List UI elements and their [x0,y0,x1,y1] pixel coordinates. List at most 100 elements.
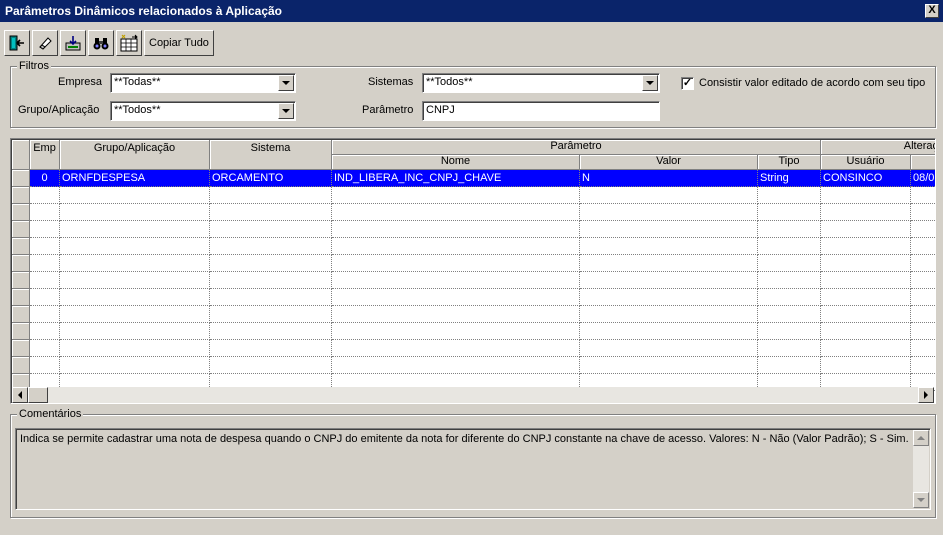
grid-cell[interactable] [332,306,580,323]
grid-cell[interactable] [332,289,580,306]
grid-cell[interactable] [332,357,580,374]
grid-cell[interactable] [332,204,580,221]
grid-cell[interactable] [580,323,758,340]
row-header[interactable] [12,289,30,306]
scroll-right-button[interactable] [918,387,934,403]
cell-data[interactable]: 08/0 [911,170,935,187]
grid-cell[interactable] [60,323,210,340]
close-button[interactable]: X [925,4,939,18]
empresa-dropdown-button[interactable] [278,75,294,91]
scroll-left-button[interactable] [12,387,28,403]
scroll-thumb[interactable] [28,387,48,403]
grid-cell[interactable] [580,357,758,374]
cell-valor[interactable]: N [580,170,758,187]
search-button[interactable] [88,30,114,56]
cell-emp[interactable]: 0 [30,170,60,187]
grid-cell[interactable] [210,255,332,272]
grid-cell[interactable] [60,221,210,238]
row-header[interactable] [12,255,30,272]
header-emp[interactable]: Emp [30,140,60,170]
grid-cell[interactable] [210,306,332,323]
row-header[interactable] [12,187,30,204]
grid-cell[interactable] [911,306,935,323]
grid-cell[interactable] [332,272,580,289]
grid-cell[interactable] [758,306,821,323]
grid-cell[interactable] [911,340,935,357]
exit-button[interactable] [4,30,30,56]
grid-cell[interactable] [332,323,580,340]
grid-cell[interactable] [821,306,911,323]
grid-cell[interactable] [30,204,60,221]
header-tipo[interactable]: Tipo [758,155,821,170]
grid-cell[interactable] [332,187,580,204]
grid-cell[interactable] [580,238,758,255]
header-sistema[interactable]: Sistema [210,140,332,170]
grid-cell[interactable] [580,187,758,204]
grid-cell[interactable] [580,340,758,357]
header-valor[interactable]: Valor [580,155,758,170]
consistir-checkbox[interactable]: ✓ [681,77,694,90]
grid-cell[interactable] [580,272,758,289]
grid-cell[interactable] [821,187,911,204]
grid-cell[interactable] [758,187,821,204]
cell-grupo[interactable]: ORNFDESPESA [60,170,210,187]
grid-cell[interactable] [210,289,332,306]
grid-cell[interactable] [332,221,580,238]
grid-cell[interactable] [821,357,911,374]
grid-cell[interactable] [60,340,210,357]
grid-cell[interactable] [911,221,935,238]
row-header[interactable] [12,323,30,340]
grid-cell[interactable] [30,238,60,255]
grid-cell[interactable] [30,221,60,238]
row-header[interactable] [12,357,30,374]
grid-cell[interactable] [60,272,210,289]
row-header[interactable] [12,272,30,289]
comments-vertical-scrollbar[interactable] [913,430,929,508]
row-header[interactable] [12,204,30,221]
grid-cell[interactable] [30,272,60,289]
sistemas-dropdown-button[interactable] [642,75,658,91]
grid-cell[interactable] [821,340,911,357]
parameters-grid[interactable]: Emp Grupo/Aplicação Sistema Parâmetro No… [10,138,936,404]
grid-cell[interactable] [911,204,935,221]
grid-cell[interactable] [60,238,210,255]
scroll-up-button[interactable] [913,430,929,446]
grid-cell[interactable] [911,289,935,306]
grupo-dropdown-button[interactable] [278,103,294,119]
header-usuario[interactable]: Usuário [821,155,911,170]
copy-all-button[interactable]: Copiar Tudo [144,30,214,56]
grid-cell[interactable] [580,221,758,238]
grid-cell[interactable] [332,238,580,255]
grid-cell[interactable] [210,323,332,340]
grid-cell[interactable] [821,323,911,340]
grid-cell[interactable] [911,272,935,289]
grid-cell[interactable] [821,221,911,238]
grid-cell[interactable] [911,323,935,340]
header-nome[interactable]: Nome [332,155,580,170]
grid-cell[interactable] [911,255,935,272]
cell-usuario[interactable]: CONSINCO [821,170,911,187]
grid-cell[interactable] [758,357,821,374]
grid-cell[interactable] [758,255,821,272]
grid-cell[interactable] [821,255,911,272]
row-header[interactable] [12,306,30,323]
grid-cell[interactable] [821,289,911,306]
row-header[interactable] [12,221,30,238]
grid-cell[interactable] [30,255,60,272]
row-header[interactable] [12,170,30,187]
cell-nome[interactable]: IND_LIBERA_INC_CNPJ_CHAVE [332,170,580,187]
grid-cell[interactable] [30,357,60,374]
grid-cell[interactable] [911,238,935,255]
grid-button[interactable] [116,30,142,56]
grid-cell[interactable] [60,289,210,306]
scroll-down-button[interactable] [913,492,929,508]
grid-cell[interactable] [30,289,60,306]
comments-textarea[interactable]: Indica se permite cadastrar uma nota de … [15,428,931,510]
grid-cell[interactable] [911,187,935,204]
grid-cell[interactable] [60,357,210,374]
grid-cell[interactable] [60,306,210,323]
grid-cell[interactable] [758,272,821,289]
grid-cell[interactable] [30,340,60,357]
header-grupo[interactable]: Grupo/Aplicação [60,140,210,170]
grid-cell[interactable] [332,340,580,357]
